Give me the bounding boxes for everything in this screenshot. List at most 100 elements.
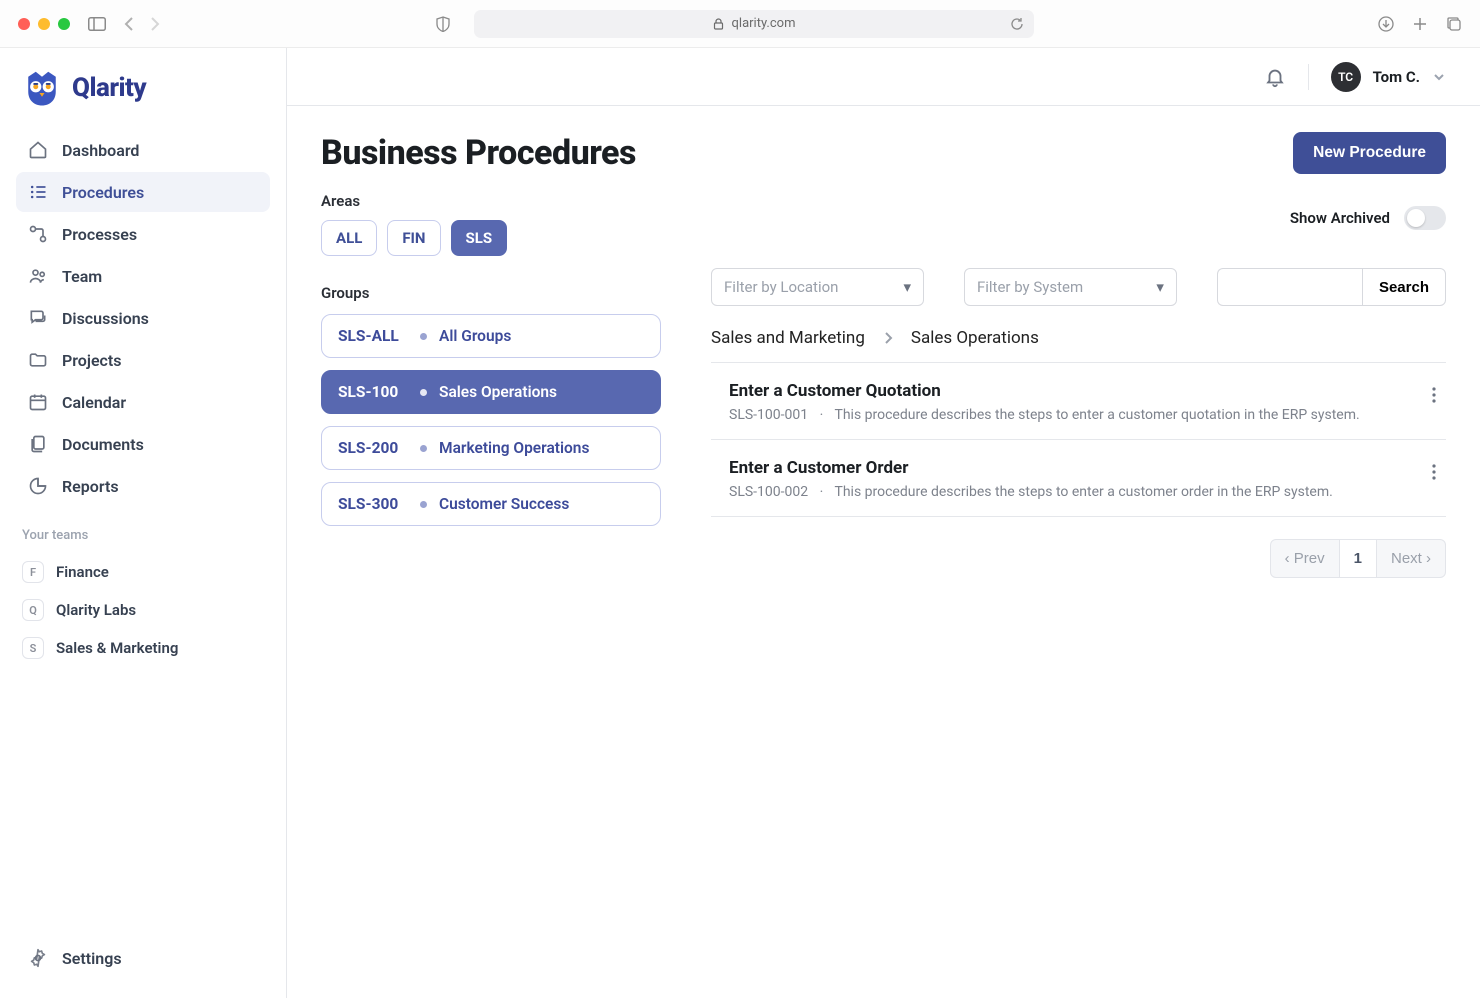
chat-icon	[28, 308, 48, 328]
procedure-list-item[interactable]: Enter a Customer Order SLS-100-002 · Thi…	[711, 440, 1446, 517]
groups-label: Groups	[321, 284, 661, 302]
group-code: SLS-ALL	[338, 327, 408, 345]
team-item-qlarity-labs[interactable]: Q Qlarity Labs	[16, 591, 270, 629]
team-name: Finance	[56, 563, 109, 581]
sidebar-item-processes[interactable]: Processes	[16, 214, 270, 254]
breadcrumb: Sales and Marketing Sales Operations	[711, 328, 1446, 348]
sidebar-item-procedures[interactable]: Procedures	[16, 172, 270, 212]
caret-down-icon: ▾	[1156, 278, 1164, 296]
group-pill-marketing-operations[interactable]: SLS-200 Marketing Operations	[321, 426, 661, 470]
new-procedure-button[interactable]: New Procedure	[1293, 132, 1446, 174]
avatar: TC	[1331, 62, 1361, 92]
bell-icon[interactable]	[1264, 66, 1286, 88]
filter-location-select[interactable]: Filter by Location ▾	[711, 268, 924, 306]
group-pill-all[interactable]: SLS-ALL All Groups	[321, 314, 661, 358]
team-item-sales-marketing[interactable]: S Sales & Marketing	[16, 629, 270, 667]
topbar: TC Tom C.	[287, 48, 1480, 106]
flow-icon	[28, 224, 48, 244]
home-icon	[28, 140, 48, 160]
caret-down-icon: ▾	[903, 278, 911, 296]
procedure-meta: SLS-100-001 · This procedure describes t…	[729, 407, 1408, 423]
reload-icon[interactable]	[1010, 17, 1024, 31]
breadcrumb-item: Sales Operations	[911, 328, 1039, 348]
browser-nav-arrows	[124, 16, 160, 32]
bullet-icon	[420, 333, 427, 340]
sidebar-item-documents[interactable]: Documents	[16, 424, 270, 464]
team-name: Qlarity Labs	[56, 601, 136, 619]
owl-icon	[22, 68, 62, 108]
procedure-list: Enter a Customer Quotation SLS-100-001 ·…	[711, 362, 1446, 517]
group-name: Sales Operations	[439, 383, 557, 401]
filter-system-select[interactable]: Filter by System ▾	[964, 268, 1177, 306]
browser-url-text: qlarity.com	[732, 16, 796, 31]
group-name: Marketing Operations	[439, 439, 589, 457]
tabs-icon[interactable]	[1446, 16, 1462, 32]
browser-chrome: qlarity.com	[0, 0, 1480, 48]
search-input[interactable]	[1217, 268, 1362, 306]
procedure-list-item[interactable]: Enter a Customer Quotation SLS-100-001 ·…	[711, 363, 1446, 440]
procedure-title: Enter a Customer Order	[729, 458, 1408, 478]
breadcrumb-item[interactable]: Sales and Marketing	[711, 328, 865, 348]
sidebar-item-settings[interactable]: Settings	[16, 938, 270, 978]
group-pill-customer-success[interactable]: SLS-300 Customer Success	[321, 482, 661, 526]
browser-forward-icon[interactable]	[148, 16, 160, 32]
pager: ‹ Prev 1 Next ›	[711, 539, 1446, 578]
group-pill-sales-operations[interactable]: SLS-100 Sales Operations	[321, 370, 661, 414]
filter-system-placeholder: Filter by System	[977, 278, 1083, 296]
close-window-dot[interactable]	[18, 18, 30, 30]
sidebar-toggle-icon[interactable]	[88, 17, 106, 31]
calendar-icon	[28, 392, 48, 412]
show-archived-toggle[interactable]	[1404, 206, 1446, 230]
app-logo[interactable]: Qlarity	[16, 62, 270, 126]
sidebar-item-projects[interactable]: Projects	[16, 340, 270, 380]
sidebar-item-label: Discussions	[62, 309, 149, 328]
shield-icon[interactable]	[436, 16, 450, 32]
sidebar-item-label: Calendar	[62, 393, 126, 412]
minimize-window-dot[interactable]	[38, 18, 50, 30]
main: TC Tom C. Business Procedures New Proced…	[287, 48, 1480, 998]
pager-next[interactable]: Next ›	[1377, 539, 1446, 578]
sidebar-item-label: Reports	[62, 477, 119, 496]
team-badge: Q	[22, 599, 44, 621]
sidebar-item-discussions[interactable]: Discussions	[16, 298, 270, 338]
bullet-icon	[420, 501, 427, 508]
user-menu[interactable]: TC Tom C.	[1331, 62, 1446, 92]
teams-header: Your teams	[22, 528, 264, 543]
sidebar-item-reports[interactable]: Reports	[16, 466, 270, 506]
filter-location-placeholder: Filter by Location	[724, 278, 838, 296]
sidebar-item-team[interactable]: Team	[16, 256, 270, 296]
more-options-icon[interactable]	[1426, 381, 1442, 409]
area-chip-all[interactable]: ALL	[321, 220, 377, 256]
team-badge: F	[22, 561, 44, 583]
new-tab-icon[interactable]	[1412, 16, 1428, 32]
team-name: Sales & Marketing	[56, 639, 178, 657]
content: Business Procedures New Procedure Areas …	[287, 106, 1480, 604]
bullet-icon	[420, 445, 427, 452]
group-code: SLS-200	[338, 439, 408, 457]
list-check-icon	[28, 182, 48, 202]
team-item-finance[interactable]: F Finance	[16, 553, 270, 591]
user-name: Tom C.	[1373, 68, 1420, 86]
browser-back-icon[interactable]	[124, 16, 136, 32]
browser-url-bar[interactable]: qlarity.com	[474, 10, 1034, 38]
search-button[interactable]: Search	[1362, 268, 1446, 306]
pager-page-1[interactable]: 1	[1340, 539, 1377, 578]
sidebar-item-label: Procedures	[62, 183, 144, 202]
sidebar-item-label: Projects	[62, 351, 122, 370]
areas-label: Areas	[321, 192, 661, 210]
pager-prev[interactable]: ‹ Prev	[1270, 539, 1340, 578]
maximize-window-dot[interactable]	[58, 18, 70, 30]
download-icon[interactable]	[1378, 16, 1394, 32]
gear-icon	[28, 948, 48, 968]
area-chip-fin[interactable]: FIN	[387, 220, 440, 256]
sidebar-item-dashboard[interactable]: Dashboard	[16, 130, 270, 170]
group-list: SLS-ALL All Groups SLS-100 Sales Operati…	[321, 314, 661, 526]
group-name: Customer Success	[439, 495, 569, 513]
more-options-icon[interactable]	[1426, 458, 1442, 486]
area-chip-sls[interactable]: SLS	[451, 220, 508, 256]
sidebar-item-calendar[interactable]: Calendar	[16, 382, 270, 422]
procedure-title: Enter a Customer Quotation	[729, 381, 1408, 401]
sidebar-nav: Dashboard Procedures Processes Team Disc…	[16, 130, 270, 506]
group-name: All Groups	[439, 327, 511, 345]
group-code: SLS-300	[338, 495, 408, 513]
